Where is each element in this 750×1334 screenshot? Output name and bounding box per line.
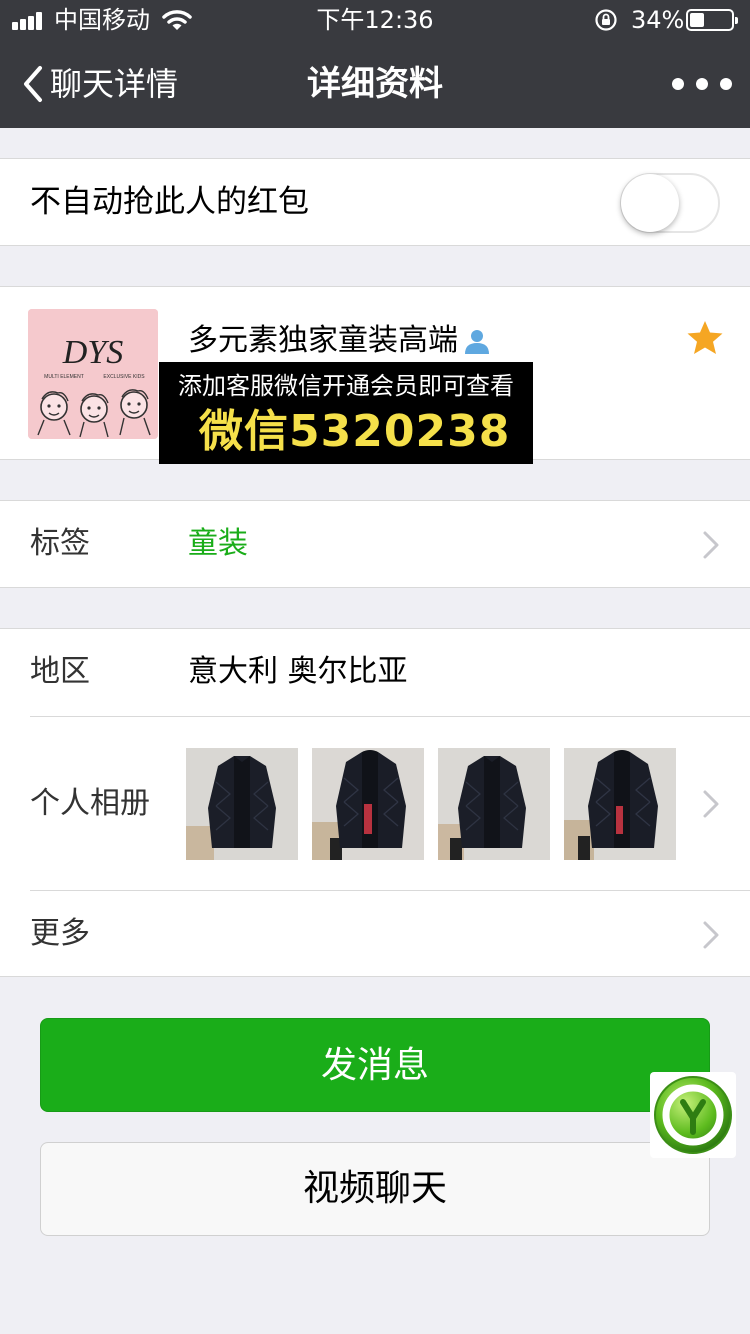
tags-label: 标签 bbox=[30, 526, 90, 561]
profile-name: 多元素独家童装高端 bbox=[188, 323, 458, 358]
promo-line-1: 添加客服微信开通会员即可查看 bbox=[178, 372, 514, 400]
tags-value: 童装 bbox=[188, 526, 248, 561]
battery-icon bbox=[686, 9, 738, 31]
album-photo[interactable] bbox=[564, 748, 676, 860]
divider bbox=[30, 890, 750, 891]
contact-person-icon bbox=[465, 330, 489, 354]
album-photo[interactable] bbox=[186, 748, 298, 860]
status-bar: 中国移动 下午12:36 34% bbox=[0, 0, 750, 40]
top-bar: 中国移动 下午12:36 34% 聊天详情 详细资料 bbox=[0, 0, 750, 128]
album-photo[interactable] bbox=[438, 748, 550, 860]
rotation-lock-icon bbox=[595, 9, 617, 31]
promo-line-2: 微信5320238 bbox=[199, 406, 511, 457]
chevron-right-icon bbox=[703, 531, 719, 559]
page-title: 详细资料 bbox=[307, 64, 443, 104]
info-group: 地区 意大利 奥尔比亚 个人相册 更多 bbox=[0, 628, 750, 977]
toggle-knob bbox=[621, 174, 679, 232]
video-call-button[interactable]: 视频聊天 bbox=[40, 1142, 710, 1236]
album-label: 个人相册 bbox=[30, 786, 150, 821]
dot-icon bbox=[696, 78, 708, 90]
avatar[interactable]: DYS MULTI ELEMENT EXCLUSIVE KIDS bbox=[28, 309, 158, 439]
region-label: 地区 bbox=[30, 654, 90, 689]
avatar-logo-text: DYS bbox=[62, 334, 123, 371]
send-message-button[interactable]: 发消息 bbox=[40, 1018, 710, 1112]
star-icon[interactable] bbox=[686, 319, 724, 357]
green-circle-logo-icon bbox=[654, 1076, 732, 1154]
more-options-button[interactable] bbox=[672, 62, 732, 106]
jacket-photo-image bbox=[186, 748, 298, 860]
profile-name-row: 多元素独家童装高端 bbox=[188, 321, 492, 361]
album-photo[interactable] bbox=[312, 748, 424, 860]
red-packet-setting: 不自动抢此人的红包 bbox=[0, 158, 750, 246]
divider bbox=[30, 716, 750, 717]
tags-row[interactable]: 标签 童装 bbox=[0, 500, 750, 588]
avatar-logo-image: DYS MULTI ELEMENT EXCLUSIVE KIDS bbox=[28, 309, 158, 439]
chevron-right-icon bbox=[703, 790, 719, 818]
avatar-caption-right: EXCLUSIVE KIDS bbox=[103, 374, 145, 380]
more-label: 更多 bbox=[30, 916, 90, 951]
jacket-photo-image bbox=[564, 748, 676, 860]
floating-logo bbox=[650, 1072, 736, 1158]
dot-icon bbox=[720, 78, 732, 90]
avatar-caption-left: MULTI ELEMENT bbox=[44, 374, 84, 380]
region-value: 意大利 奥尔比亚 bbox=[188, 654, 408, 689]
red-packet-toggle[interactable] bbox=[620, 173, 720, 233]
chevron-right-icon bbox=[703, 921, 719, 949]
dot-icon bbox=[672, 78, 684, 90]
jacket-photo-image bbox=[438, 748, 550, 860]
red-packet-label: 不自动抢此人的红包 bbox=[30, 184, 309, 220]
promo-overlay: 添加客服微信开通会员即可查看 微信5320238 bbox=[159, 362, 533, 464]
jacket-photo-image bbox=[312, 748, 424, 860]
battery-percent: 34% bbox=[631, 6, 685, 34]
